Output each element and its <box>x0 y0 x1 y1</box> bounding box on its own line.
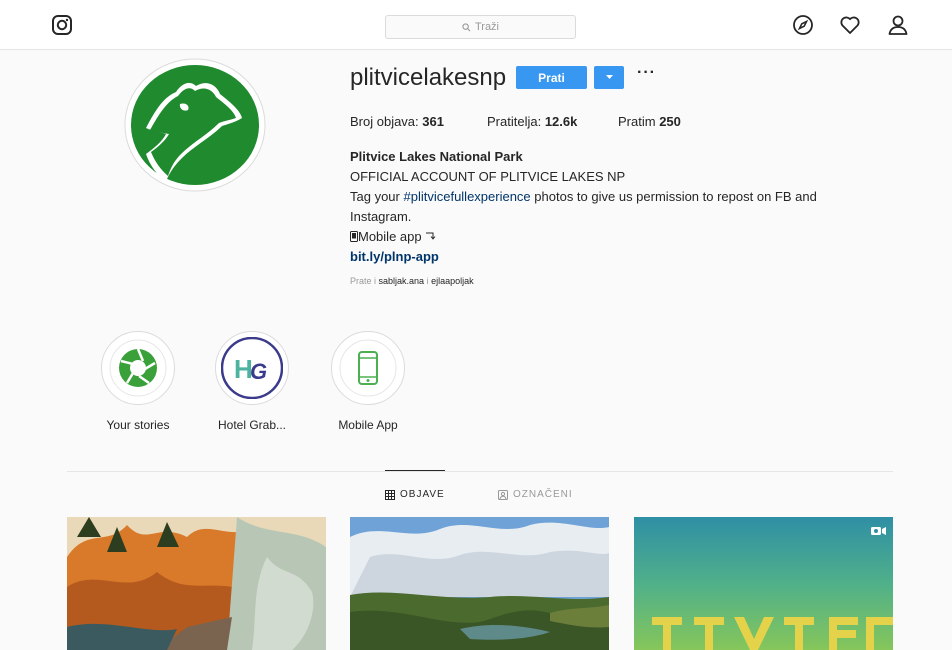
highlight-label: Mobile App <box>338 418 398 432</box>
followed-by-user[interactable]: sabljak.ana <box>379 276 425 286</box>
highlight-hotel[interactable]: H G Hotel Grab... <box>215 331 289 432</box>
user-icon[interactable] <box>887 14 909 36</box>
highlight-label: Your stories <box>106 418 170 432</box>
mobile-phone-icon <box>350 231 358 242</box>
compass-icon[interactable] <box>792 14 814 36</box>
profile-username: plitvicelakesnp <box>350 64 507 91</box>
profile-avatar[interactable] <box>124 58 266 192</box>
bio-mobile-line: Mobile app <box>350 227 880 247</box>
hashtag-link[interactable]: #plitvicefullexperience <box>403 189 530 204</box>
followed-by-text: Prate i sabljak.ana i ejlaapoljak <box>350 276 474 286</box>
post-thumbnail[interactable] <box>67 517 326 650</box>
tabs-divider <box>67 471 893 472</box>
profile-bio: Plitvice Lakes National Park OFFICIAL AC… <box>350 147 880 267</box>
highlight-your-stories[interactable]: Your stories <box>101 331 175 432</box>
svg-text:G: G <box>250 359 267 384</box>
tagged-user-icon <box>498 489 508 500</box>
active-tab-indicator <box>385 470 445 471</box>
grid-icon <box>385 489 395 500</box>
highlight-cover: H G <box>215 331 289 405</box>
bio-website-link[interactable]: bit.ly/plnp-app <box>350 249 439 264</box>
bio-line: OFFICIAL ACCOUNT OF PLITVICE LAKES NP <box>350 169 626 184</box>
post-thumbnail[interactable] <box>350 517 609 650</box>
search-icon <box>462 22 471 31</box>
following-count[interactable]: Pratim 250 <box>618 114 681 129</box>
chevron-down-icon <box>605 75 613 79</box>
tab-label: OBJAVE <box>400 489 445 500</box>
highlight-label: Hotel Grab... <box>217 418 287 432</box>
tab-label: OZNAČENI <box>513 489 573 500</box>
tab-posts[interactable]: OBJAVE <box>385 489 445 500</box>
post-thumbnail[interactable] <box>634 517 893 650</box>
more-options-button[interactable]: ··· <box>637 64 656 82</box>
follow-button[interactable]: Prati <box>516 66 587 89</box>
video-camera-icon <box>871 527 886 535</box>
tab-tagged[interactable]: OZNAČENI <box>498 489 573 500</box>
aperture-icon <box>109 339 167 397</box>
posts-count[interactable]: Broj objava: 361 <box>350 114 444 129</box>
highlight-cover <box>331 331 405 405</box>
highlight-mobile-app[interactable]: Mobile App <box>331 331 405 432</box>
highlight-cover <box>101 331 175 405</box>
followed-by-user[interactable]: ejlaapoljak <box>431 276 474 286</box>
search-placeholder: Traži <box>474 21 500 33</box>
instagram-logo-icon[interactable] <box>51 14 73 36</box>
mobile-phone-icon <box>339 339 397 397</box>
top-navigation-bar: Traži <box>0 0 952 50</box>
suggestions-dropdown-button[interactable] <box>594 66 624 89</box>
arrow-turn-down-icon <box>426 232 436 240</box>
hotel-logo-icon: H G <box>221 337 283 399</box>
followers-count[interactable]: Pratitelja: 12.6k <box>487 114 577 129</box>
search-input[interactable]: Traži <box>385 15 576 39</box>
heart-icon[interactable] <box>839 14 861 36</box>
bio-tag-line: Tag your #plitvicefullexperience photos … <box>350 189 817 224</box>
profile-full-name: Plitvice Lakes National Park <box>350 149 523 164</box>
